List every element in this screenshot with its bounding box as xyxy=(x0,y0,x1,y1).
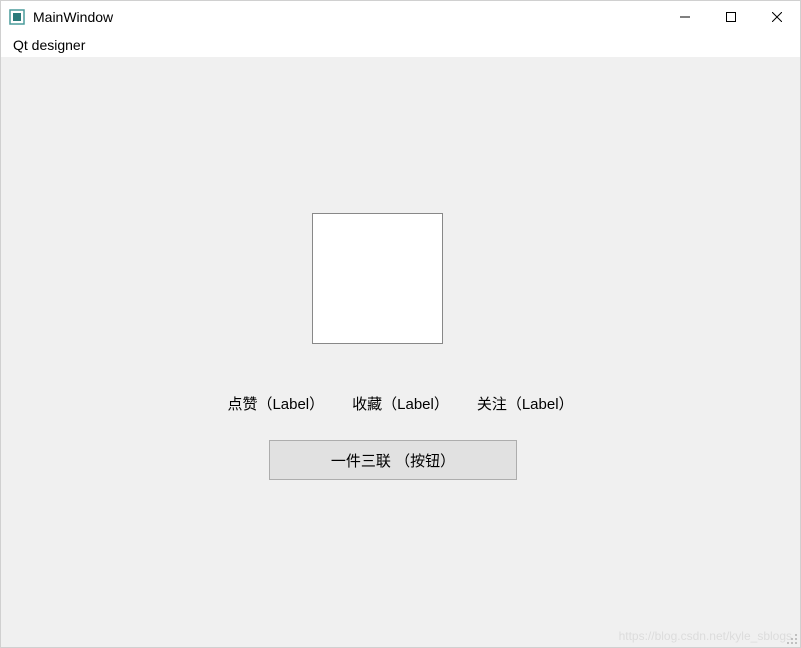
like-label: 点赞（Label） xyxy=(227,393,324,414)
maximize-button[interactable] xyxy=(708,1,754,33)
watermark-text: https://blog.csdn.net/kyle_sblogs xyxy=(619,629,792,643)
white-box-widget xyxy=(312,213,443,344)
minimize-button[interactable] xyxy=(662,1,708,33)
follow-label: 关注（Label） xyxy=(477,393,574,414)
titlebar: MainWindow xyxy=(1,1,800,33)
close-button[interactable] xyxy=(754,1,800,33)
window-title: MainWindow xyxy=(33,9,662,25)
resize-grip-icon[interactable] xyxy=(784,631,798,645)
menubar: Qt designer xyxy=(1,33,800,57)
minimize-icon xyxy=(680,12,690,22)
labels-row: 点赞（Label） 收藏（Label） 关注（Label） xyxy=(1,393,800,414)
main-window: MainWindow Qt designer xyxy=(0,0,801,648)
triple-action-button[interactable]: 一件三联 （按钮） xyxy=(269,440,517,480)
client-area: 点赞（Label） 收藏（Label） 关注（Label） 一件三联 （按钮） … xyxy=(1,57,800,647)
app-icon xyxy=(9,9,25,25)
favorite-label: 收藏（Label） xyxy=(352,393,449,414)
close-icon xyxy=(772,12,782,22)
menu-qt-designer[interactable]: Qt designer xyxy=(9,35,89,55)
window-controls xyxy=(662,1,800,33)
maximize-icon xyxy=(726,12,736,22)
